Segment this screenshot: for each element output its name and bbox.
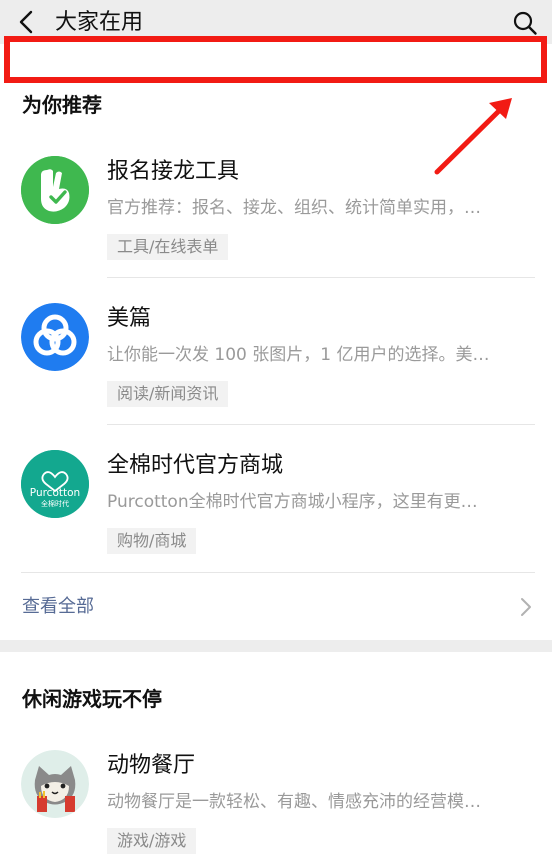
view-all-link[interactable]: 查看全部 [22, 594, 94, 620]
meipian-logo-icon [21, 303, 89, 371]
item-description: 动物餐厅是一款轻松、有趣、情感充沛的经营模… [107, 792, 481, 812]
item-name: 动物餐厅 [107, 753, 196, 778]
section-title-recommend: 为你推荐 [22, 93, 102, 117]
item-name: 美篇 [107, 306, 152, 331]
category-tag: 游戏/游戏 [107, 828, 197, 854]
recommend-card: 为你推荐 报名接龙工具 官方推荐：报名、接龙、组织、统计简单实用，… 工具/在线… [0, 36, 552, 640]
list-item[interactable]: 报名接龙工具 官方推荐：报名、接龙、组织、统计简单实用，… 工具/在线表单 [0, 156, 552, 303]
section-title-games: 休闲游戏玩不停 [22, 687, 162, 711]
category-tag: 工具/在线表单 [107, 234, 229, 260]
chevron-right-icon[interactable] [518, 594, 534, 620]
list-item[interactable]: Purcotton 全棉时代 全棉时代官方商城 Purcotton全棉时代官方商… [0, 450, 552, 597]
category-tag: 购物/商城 [107, 528, 197, 554]
item-name: 全棉时代官方商城 [107, 453, 284, 478]
item-description: Purcotton全棉时代官方商城小程序，这里有更… [107, 492, 478, 512]
purcotton-logo-icon: Purcotton 全棉时代 [21, 450, 89, 518]
list-item[interactable]: 美篇 让你能一次发 100 张图片，1 亿用户的选择。美… 阅读/新闻资讯 [0, 303, 552, 450]
highlight-box [4, 36, 547, 83]
hand-check-icon [21, 156, 89, 224]
games-card: 休闲游戏玩不停 动物餐厅 动物餐厅是一款轻松、有趣、情感充沛的经营模… 游戏/游… [0, 652, 552, 857]
item-description: 官方推荐：报名、接龙、组织、统计简单实用，… [107, 198, 481, 218]
back-arrow-icon[interactable] [14, 9, 40, 35]
divider [21, 572, 535, 573]
item-description: 让你能一次发 100 张图片，1 亿用户的选择。美… [107, 345, 490, 365]
divider [107, 424, 535, 425]
item-name: 报名接龙工具 [107, 159, 240, 184]
logo-subtext: 全棉时代 [41, 500, 69, 508]
cat-chef-icon [21, 750, 89, 818]
search-icon[interactable] [512, 10, 538, 36]
list-item[interactable]: 动物餐厅 动物餐厅是一款轻松、有趣、情感充沛的经营模… 游戏/游戏 [0, 750, 552, 857]
divider [107, 277, 535, 278]
page-title: 大家在用 [55, 10, 144, 35]
category-tag: 阅读/新闻资讯 [107, 381, 229, 407]
logo-text: Purcotton [29, 487, 81, 499]
